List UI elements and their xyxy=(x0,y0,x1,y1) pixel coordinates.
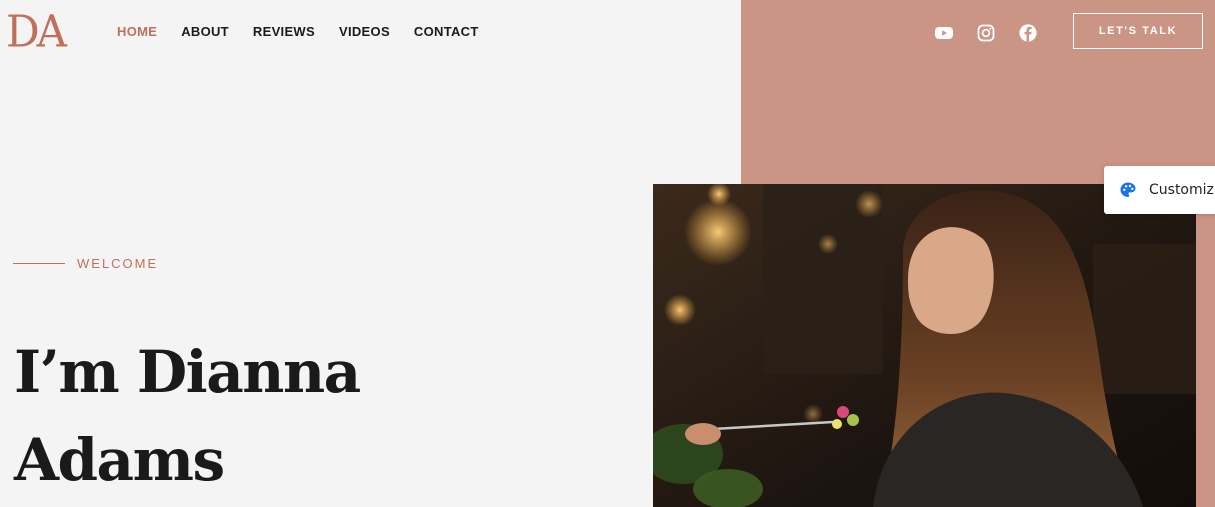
instagram-icon[interactable] xyxy=(976,23,996,43)
eyebrow-divider xyxy=(13,263,65,264)
welcome-eyebrow: WELCOME xyxy=(13,256,158,271)
headline-line-1: I’m Dianna xyxy=(14,338,361,406)
eyebrow-text: WELCOME xyxy=(77,256,159,271)
customize-label: Customiz xyxy=(1149,182,1214,198)
hero-photo xyxy=(653,184,1196,507)
nav-item-reviews[interactable]: REVIEWS xyxy=(253,24,315,39)
social-links xyxy=(934,23,1038,43)
lets-talk-button[interactable]: LET'S TALK xyxy=(1073,13,1203,49)
headline-line-2: Adams xyxy=(14,426,225,494)
hero-headline: I’m Dianna Adams xyxy=(14,328,361,504)
customize-button[interactable]: Customiz xyxy=(1104,166,1215,214)
palette-icon xyxy=(1120,182,1136,197)
site-logo[interactable]: DA xyxy=(6,7,67,56)
main-nav: HOME ABOUT REVIEWS VIDEOS CONTACT xyxy=(117,24,503,39)
nav-item-about[interactable]: ABOUT xyxy=(181,24,229,39)
youtube-icon[interactable] xyxy=(934,23,954,43)
nav-item-home[interactable]: HOME xyxy=(117,24,157,39)
woman-eating-photo xyxy=(653,184,1196,507)
nav-item-contact[interactable]: CONTACT xyxy=(414,24,479,39)
facebook-icon[interactable] xyxy=(1018,23,1038,43)
nav-item-videos[interactable]: VIDEOS xyxy=(339,24,390,39)
